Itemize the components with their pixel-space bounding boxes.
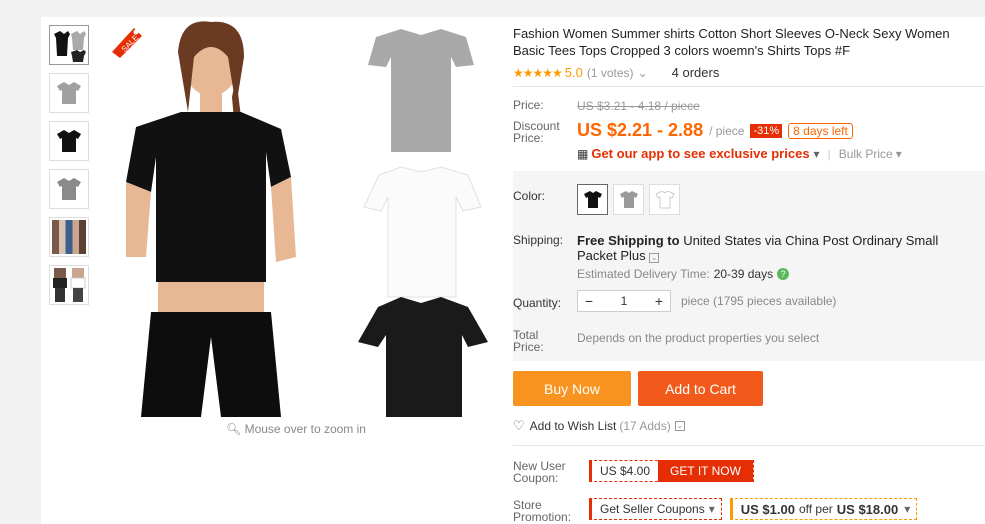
- product-page: SALE 🔍︎ Mouse over to zoom in Fashion Wo…: [41, 17, 985, 524]
- help-icon[interactable]: ?: [777, 268, 790, 280]
- product-title: Fashion Women Summer shirts Cotton Short…: [513, 26, 950, 58]
- thumbnail-3[interactable]: [49, 121, 89, 161]
- days-left-badge: 8 days left: [788, 122, 853, 139]
- buy-now-button[interactable]: Buy Now: [513, 371, 631, 406]
- quantity-row: − 1 + piece (1795 pieces available): [577, 290, 836, 312]
- divider: [513, 86, 985, 87]
- search-icon: 🔍︎: [226, 422, 242, 436]
- total-note: Depends on the product properties you se…: [577, 331, 820, 345]
- quantity-input[interactable]: 1: [600, 294, 648, 308]
- product-info: Fashion Women Summer shirts Cotton Short…: [513, 17, 985, 523]
- qr-code-icon: ▦: [577, 146, 589, 161]
- coupon-value-box: US $4.00 GET IT NOW: [589, 460, 754, 482]
- discount-price-row: US $2.21 - 2.88 / piece -31% 8 days left: [577, 120, 853, 141]
- thumbnail-list: [49, 25, 89, 313]
- chevron-down-icon[interactable]: ▾: [814, 147, 820, 161]
- black-gray-shirts-icon: [54, 31, 86, 62]
- chevron-down-icon[interactable]: ⌄: [638, 66, 648, 80]
- seller-coupons-dropdown[interactable]: Get Seller Coupons ▾: [589, 498, 722, 520]
- votes-link[interactable]: (1 votes): [587, 66, 634, 80]
- quantity-stepper: − 1 +: [577, 290, 671, 312]
- gray-shirt-icon: [620, 191, 638, 208]
- per-piece: / piece: [709, 123, 745, 138]
- store-promotion-label: Store Promotion:: [513, 499, 571, 523]
- black-shirt-icon: [57, 130, 81, 152]
- delivery-days: 20-39 days: [713, 267, 774, 281]
- discount-price: US $2.21 - 2.88: [577, 120, 704, 140]
- chevron-down-icon[interactable]: ▾: [896, 147, 902, 161]
- delivery-row: Estimated Delivery Time: 20-39 days ?: [577, 267, 790, 281]
- quantity-label: Quantity:: [513, 296, 562, 310]
- coupon-value: US $4.00: [600, 464, 651, 478]
- wishlist-link[interactable]: Add to Wish List: [530, 419, 617, 433]
- increase-button[interactable]: +: [648, 293, 670, 309]
- black-shirt-icon: [584, 191, 602, 208]
- thumbnail-2[interactable]: [49, 73, 89, 113]
- zoom-hint-text: Mouse over to zoom in: [244, 422, 366, 436]
- heart-icon[interactable]: ♡: [513, 418, 525, 434]
- color-label: Color:: [513, 189, 546, 203]
- models-group-icon: [52, 220, 86, 254]
- swatch-black[interactable]: [577, 184, 608, 215]
- decrease-button[interactable]: −: [578, 293, 600, 309]
- shipping-info: Free Shipping to United States via China…: [577, 233, 977, 263]
- get-it-now-button[interactable]: GET IT NOW: [658, 460, 753, 482]
- new-user-coupon: US $4.00 GET IT NOW: [589, 460, 754, 482]
- gray-shirt-icon: [57, 82, 81, 104]
- color-swatches: [577, 184, 685, 215]
- white-shirt-icon: [655, 191, 675, 209]
- percent-off-badge: -31%: [750, 123, 783, 138]
- chevron-down-icon[interactable]: ⌄: [649, 253, 660, 263]
- swatch-gray[interactable]: [613, 184, 644, 215]
- price-row: Price:: [513, 98, 544, 112]
- product-photo: [96, 17, 488, 417]
- zoom-hint: 🔍︎ Mouse over to zoom in: [226, 422, 366, 436]
- separator: |: [827, 146, 831, 161]
- total-price-label: Total Price:: [513, 329, 544, 353]
- delivery-label: Estimated Delivery Time:: [577, 267, 710, 281]
- thumbnail-4[interactable]: [49, 169, 89, 209]
- promo-mid-text: off per: [798, 502, 833, 516]
- options-panel: Color: Shipping: Free Shipping to United…: [513, 171, 985, 361]
- seller-coupons-label: Get Seller Coupons: [600, 502, 705, 516]
- thumbnail-6[interactable]: [49, 265, 89, 305]
- app-promo-row: ▦ Get our app to see exclusive prices ▾ …: [577, 146, 902, 161]
- new-user-label-line2: Coupon:: [513, 471, 559, 485]
- promo-off-value: US $1.00: [740, 501, 795, 517]
- price-label: Price:: [513, 98, 544, 112]
- promo-threshold: US $18.00: [836, 501, 899, 517]
- orders-count: 4 orders: [671, 65, 720, 80]
- pieces-available: piece (1795 pieces available): [681, 294, 837, 308]
- chevron-down-icon: ▾: [708, 502, 715, 516]
- new-user-coupon-label: New User Coupon:: [513, 460, 566, 484]
- app-promo-link[interactable]: Get our app to see exclusive prices: [591, 146, 809, 161]
- sale-badge-icon: SALE: [106, 22, 146, 60]
- models-pair-icon: [53, 268, 86, 302]
- bulk-price-link[interactable]: Bulk Price: [839, 147, 893, 161]
- chevron-down-icon: ▾: [904, 502, 911, 516]
- discount-price-label: Discount Price:: [513, 120, 560, 144]
- rating-row: ★★★★★ 5.0 (1 votes) ⌄ 4 orders: [513, 65, 985, 80]
- swatch-white[interactable]: [649, 184, 680, 215]
- chevron-down-icon[interactable]: ⌄: [674, 421, 685, 431]
- divider: [513, 445, 985, 446]
- store-label-line2: Promotion:: [513, 510, 572, 524]
- thumbnail-5[interactable]: [49, 217, 89, 257]
- store-promotion: Get Seller Coupons ▾ US $1.00 off per US…: [589, 498, 918, 520]
- original-price: US $3.21 - 4.18 / piece: [577, 99, 700, 113]
- thumbnail-1[interactable]: [49, 25, 89, 65]
- total-label-line2: Price:: [513, 340, 544, 354]
- wishlist-count: (17 Adds): [619, 419, 671, 433]
- gray-shirt-front-icon: [57, 178, 81, 200]
- rating-value: 5.0: [564, 65, 583, 80]
- add-to-cart-button[interactable]: Add to Cart: [638, 371, 763, 406]
- wishlist-row: ♡ Add to Wish List (17 Adds) ⌄: [513, 418, 685, 434]
- free-shipping-text: Free Shipping to: [577, 233, 680, 248]
- discount-label-line2: Price:: [513, 131, 544, 145]
- shipping-label: Shipping:: [513, 233, 564, 247]
- main-product-image[interactable]: SALE: [96, 17, 499, 417]
- rating-stars-icon: ★★★★★: [513, 65, 563, 80]
- promo-dropdown[interactable]: US $1.00 off per US $18.00 ▾: [729, 498, 918, 520]
